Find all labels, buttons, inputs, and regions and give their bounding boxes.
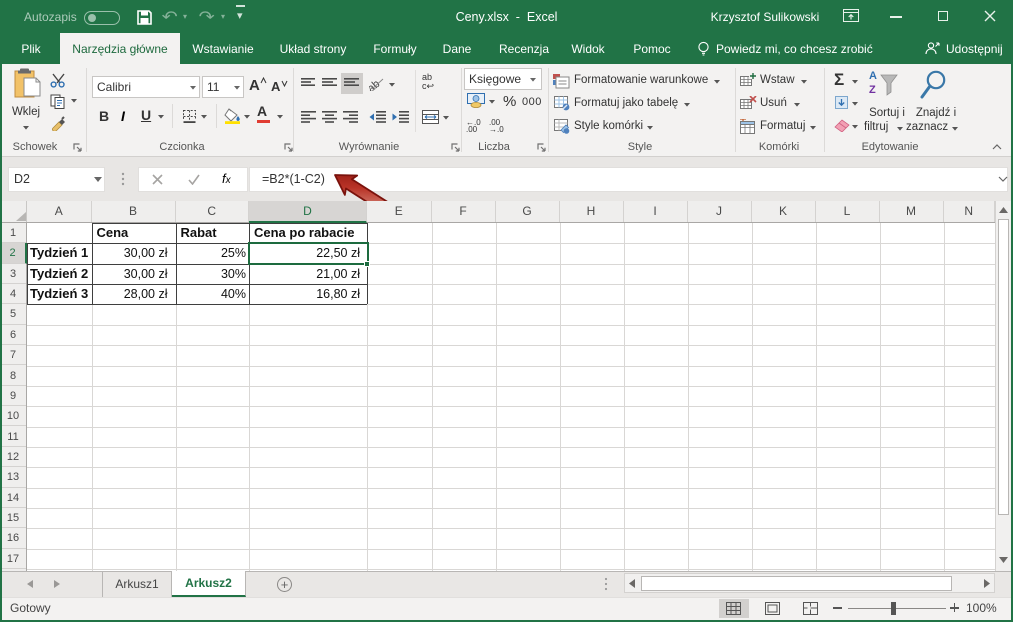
svg-text:ab: ab	[369, 78, 382, 91]
svg-text:.00: .00	[466, 125, 478, 132]
svg-text:→.0: →.0	[489, 125, 504, 132]
